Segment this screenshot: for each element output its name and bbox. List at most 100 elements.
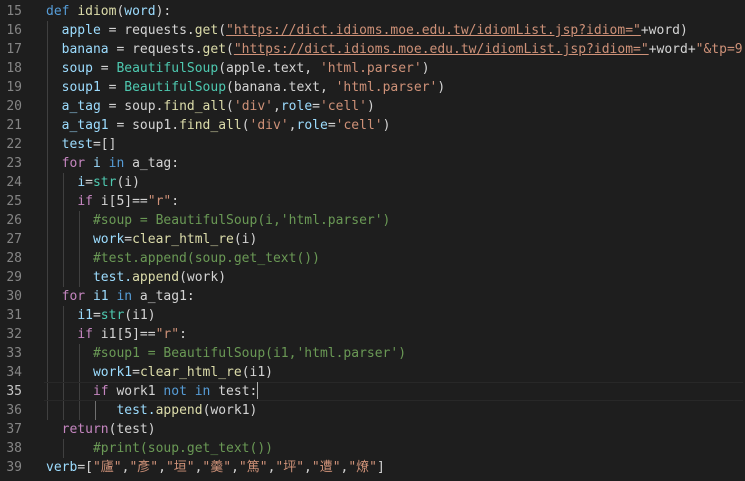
code-line-27[interactable]: work=clear_html_re(i) [46,230,257,249]
code-line-32[interactable]: if i1[5]=="r": [46,325,187,344]
line-number: 24 [6,175,22,190]
punct: ) [421,61,430,76]
string: "r" [155,327,180,342]
keyword: for [61,289,86,304]
code-editor[interactable]: 15 16 17 18 19 20 21 22 23 24 25 26 27 2… [0,0,745,481]
code-text: = requests. [100,23,195,38]
comment: #test.append(soup.get_text()) [92,251,320,266]
punct: ] [377,460,385,475]
punct: ) [366,99,375,114]
string: "燎" [348,460,378,475]
code-text: +word) [640,23,688,38]
code-line-28[interactable]: #test.append(soup.get_text()) [46,249,320,268]
code-line-19[interactable]: soup1 = BeautifulSoup(banana.text, 'html… [46,78,446,97]
string: "廬" [92,460,122,475]
keyword: not [163,384,187,399]
punct: , [158,460,166,475]
string: "r" [147,194,172,209]
code-line-16[interactable]: apple = requests.get("https://dict.idiom… [46,21,688,40]
punct: = [132,365,140,380]
code-text: (work) [179,270,227,285]
keyword: if [92,384,109,399]
variable: soup [61,61,93,76]
method: append [155,403,203,418]
punct: ( [218,23,227,38]
url-string[interactable]: "https://dict.idioms.moe.edu.tw/idiomLis… [234,42,649,57]
code-text: =[] [92,137,117,152]
punct: ( [226,99,234,114]
code-line-35-current[interactable]: if work1 not in test: [44,382,745,401]
code-line-29[interactable]: test.append(work) [46,268,226,287]
code-line-39[interactable]: verb=["廬","彥","垣","羹","篤","坪","遭","燎"] [46,458,385,477]
punct: = [85,175,93,190]
variable: verb [46,460,78,475]
code-line-38[interactable]: #print(soup.get_text()) [46,439,273,458]
code-line-37[interactable]: return(test) [46,420,156,439]
method: append [132,270,180,285]
code-line-22[interactable]: test=[] [46,135,117,154]
punct: : [171,194,180,209]
code-line-18[interactable]: soup = BeautifulSoup(apple.text, 'html.p… [46,59,430,78]
parameter: word [124,4,156,19]
punct: = [92,308,101,323]
punct: ): [155,4,172,19]
code-line-30[interactable]: for i1 in a_tag1: [46,287,195,306]
code-text: a_tag1: [132,289,195,304]
function-name: idiom [77,4,117,19]
line-number: 34 [6,365,22,380]
code-text: = requests. [108,42,203,57]
keyword: for [61,156,86,171]
code-line-26[interactable]: #soup = BeautifulSoup(i,'html.parser') [46,211,390,230]
code-text: = [92,61,117,76]
string: "遭" [311,460,341,475]
line-number: 27 [6,232,22,247]
line-number: 16 [6,23,22,38]
code-line-17[interactable]: banana = requests.get("https://dict.idio… [46,40,745,59]
line-number: 38 [6,441,22,456]
comment: #print(soup.get_text()) [92,441,273,456]
code-line-20[interactable]: a_tag = soup.find_all('div',role='cell') [46,97,375,116]
code-line-24[interactable]: i=str(i) [46,173,140,192]
code-line-15[interactable]: def idiom(word): [46,2,171,21]
code-text: (i) [233,232,258,247]
code-text: = [100,80,125,95]
string: "&tp=9" [695,42,745,57]
code-line-21[interactable]: a_tag1 = soup1.find_all('div',role='cell… [46,116,391,135]
variable: soup1 [61,80,101,95]
string: "篤" [238,460,268,475]
line-number: 23 [6,156,22,171]
code-text: (work1) [202,403,258,418]
builtin-type: str [100,308,125,323]
variable: work1 [92,365,133,380]
string: "彥" [129,460,159,475]
variable: work [92,232,125,247]
code-line-33[interactable]: #soup1 = BeautifulSoup(i1,'html.parser') [46,344,406,363]
variable: test. [92,270,133,285]
code-text: (test) [108,422,156,437]
code-line-31[interactable]: i1=str(i1) [46,306,155,325]
code-text: = soup. [100,99,164,114]
code-text: test: [210,384,258,399]
code-text: = soup1. [108,118,180,133]
method: find_all [163,99,227,114]
string: "羹" [202,460,232,475]
code-line-34[interactable]: work1=clear_html_re(i1) [46,363,273,382]
keyword: def [46,4,70,19]
code-text: (i1) [241,365,273,380]
code-line-23[interactable]: for i in a_tag: [46,154,179,173]
code-line-36[interactable]: test.append(work1) [46,401,257,420]
line-number: 33 [6,346,22,361]
line-number: 18 [6,61,22,76]
code-text: (apple.text, [218,61,320,76]
function-call: clear_html_re [139,365,242,380]
punct: =[ [77,460,93,475]
code-line-25[interactable]: if i[5]=="r": [46,192,179,211]
code-text: (banana.text, [226,80,336,95]
line-number: 29 [6,270,22,285]
keyword: if [77,327,93,342]
string: "垣" [165,460,195,475]
url-string[interactable]: "https://dict.idioms.moe.edu.tw/idiomLis… [226,23,641,38]
keyword: return [61,422,109,437]
variable: i1 [77,308,93,323]
